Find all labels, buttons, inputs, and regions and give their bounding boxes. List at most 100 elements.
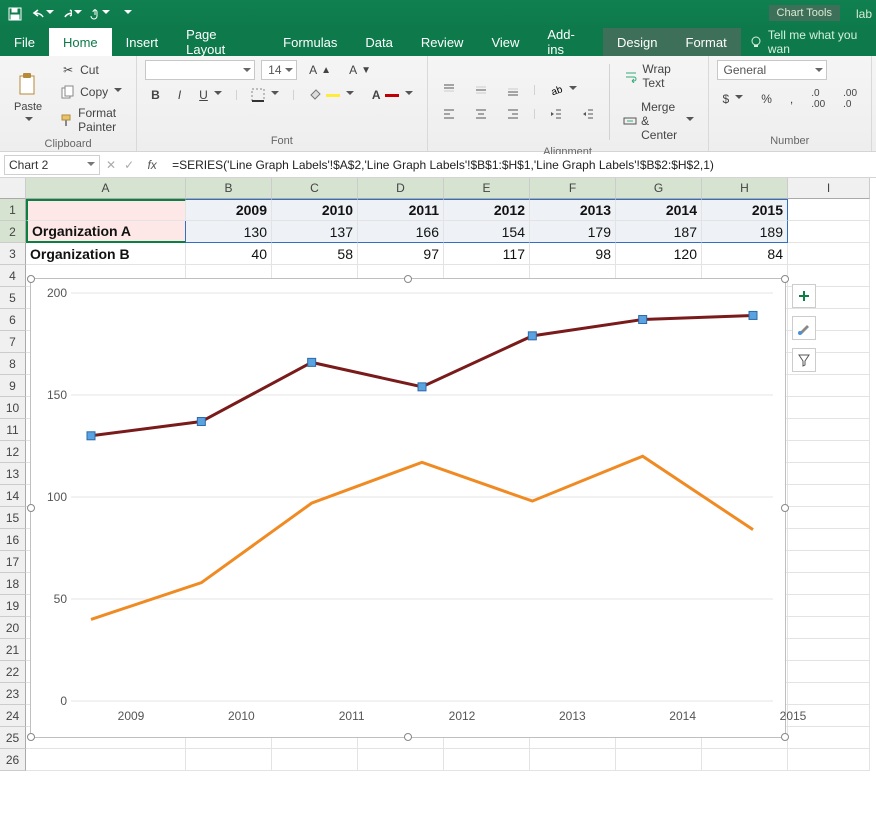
cell[interactable] — [788, 243, 870, 265]
cell[interactable] — [26, 199, 186, 221]
increase-indent-button[interactable] — [575, 105, 601, 123]
tab-file[interactable]: File — [0, 28, 49, 56]
paste-button[interactable]: Paste — [8, 67, 48, 129]
align-bottom-button[interactable] — [500, 81, 526, 99]
cell[interactable] — [788, 397, 870, 419]
row-header[interactable]: 26 — [0, 749, 26, 771]
cancel-icon[interactable]: ✕ — [106, 158, 116, 172]
row-header[interactable]: 23 — [0, 683, 26, 705]
enter-icon[interactable]: ✓ — [124, 158, 134, 172]
row-header[interactable]: 12 — [0, 441, 26, 463]
cell[interactable]: 187 — [616, 221, 702, 243]
font-family-select[interactable] — [145, 60, 255, 80]
decrease-decimal-button[interactable]: .00.0 — [837, 86, 863, 112]
tab-design[interactable]: Design — [603, 28, 671, 56]
tab-format[interactable]: Format — [672, 28, 741, 56]
cell[interactable] — [788, 529, 870, 551]
cell[interactable]: 2013 — [530, 199, 616, 221]
col-header-h[interactable]: H — [702, 178, 788, 199]
merge-center-button[interactable]: Merge & Center — [617, 98, 699, 144]
tab-insert[interactable]: Insert — [112, 28, 173, 56]
tell-me[interactable]: Tell me what you wan — [749, 28, 876, 56]
comma-button[interactable]: , — [784, 90, 799, 108]
undo-icon[interactable] — [32, 3, 54, 25]
resize-handle[interactable] — [27, 504, 35, 512]
cell[interactable] — [444, 749, 530, 771]
row-header[interactable]: 10 — [0, 397, 26, 419]
col-header-c[interactable]: C — [272, 178, 358, 199]
tab-formulas[interactable]: Formulas — [269, 28, 351, 56]
cell[interactable] — [788, 441, 870, 463]
cell[interactable] — [788, 551, 870, 573]
align-left-button[interactable] — [436, 105, 462, 123]
redo-icon[interactable] — [60, 3, 82, 25]
row-header[interactable]: 17 — [0, 551, 26, 573]
cell[interactable]: 2014 — [616, 199, 702, 221]
col-header-g[interactable]: G — [616, 178, 702, 199]
cell[interactable] — [788, 639, 870, 661]
currency-button[interactable]: $ — [717, 90, 750, 108]
cell[interactable]: 117 — [444, 243, 530, 265]
cell[interactable] — [788, 573, 870, 595]
cell[interactable] — [186, 749, 272, 771]
save-icon[interactable] — [4, 3, 26, 25]
decrease-indent-button[interactable] — [543, 105, 569, 123]
resize-handle[interactable] — [27, 275, 35, 283]
col-header-i[interactable]: I — [788, 178, 870, 199]
col-header-d[interactable]: D — [358, 178, 444, 199]
cell[interactable]: 84 — [702, 243, 788, 265]
cell[interactable] — [788, 419, 870, 441]
cell[interactable]: 130 — [186, 221, 272, 243]
cell[interactable]: 120 — [616, 243, 702, 265]
resize-handle[interactable] — [404, 733, 412, 741]
orientation-button[interactable]: ab — [543, 81, 583, 99]
select-all-corner[interactable] — [0, 178, 26, 199]
cell[interactable]: 189 — [702, 221, 788, 243]
cell[interactable] — [530, 749, 616, 771]
row-header[interactable]: 7 — [0, 331, 26, 353]
tab-addins[interactable]: Add-ins — [533, 28, 603, 56]
cell[interactable] — [788, 749, 870, 771]
align-middle-button[interactable] — [468, 81, 494, 99]
tab-view[interactable]: View — [477, 28, 533, 56]
fx-icon[interactable]: fx — [142, 158, 162, 172]
col-header-a[interactable]: A — [26, 178, 186, 199]
row-header[interactable]: 13 — [0, 463, 26, 485]
number-format-select[interactable]: General — [717, 60, 827, 80]
col-header-e[interactable]: E — [444, 178, 530, 199]
qat-customize-icon[interactable] — [116, 3, 138, 25]
row-header[interactable]: 5 — [0, 287, 26, 309]
row-header[interactable]: 22 — [0, 661, 26, 683]
chart-elements-button[interactable] — [792, 284, 816, 308]
cell[interactable] — [616, 749, 702, 771]
cut-button[interactable]: ✂Cut — [54, 60, 128, 80]
resize-handle[interactable] — [781, 275, 789, 283]
italic-button[interactable]: I — [172, 86, 187, 104]
row-header[interactable]: 16 — [0, 529, 26, 551]
cell[interactable]: 154 — [444, 221, 530, 243]
cell[interactable] — [788, 617, 870, 639]
cell[interactable] — [788, 375, 870, 397]
row-header[interactable]: 1 — [0, 199, 26, 221]
cell[interactable] — [788, 727, 870, 749]
increase-decimal-button[interactable]: .0.00 — [805, 86, 831, 112]
tab-data[interactable]: Data — [351, 28, 406, 56]
font-size-select[interactable]: 14 — [261, 60, 297, 80]
cell[interactable]: 2010 — [272, 199, 358, 221]
align-right-button[interactable] — [500, 105, 526, 123]
cell[interactable] — [788, 683, 870, 705]
format-painter-button[interactable]: Format Painter — [54, 104, 128, 136]
chart-styles-button[interactable] — [792, 316, 816, 340]
row-header[interactable]: 3 — [0, 243, 26, 265]
cell[interactable] — [788, 507, 870, 529]
plot-area[interactable]: 050100150200 — [71, 293, 773, 701]
row-header[interactable]: 18 — [0, 573, 26, 595]
cell[interactable] — [788, 485, 870, 507]
cell[interactable] — [788, 595, 870, 617]
resize-handle[interactable] — [781, 733, 789, 741]
cell[interactable]: 2015 — [702, 199, 788, 221]
row-header[interactable]: 14 — [0, 485, 26, 507]
cell[interactable] — [702, 749, 788, 771]
align-top-button[interactable] — [436, 81, 462, 99]
cell[interactable]: 137 — [272, 221, 358, 243]
